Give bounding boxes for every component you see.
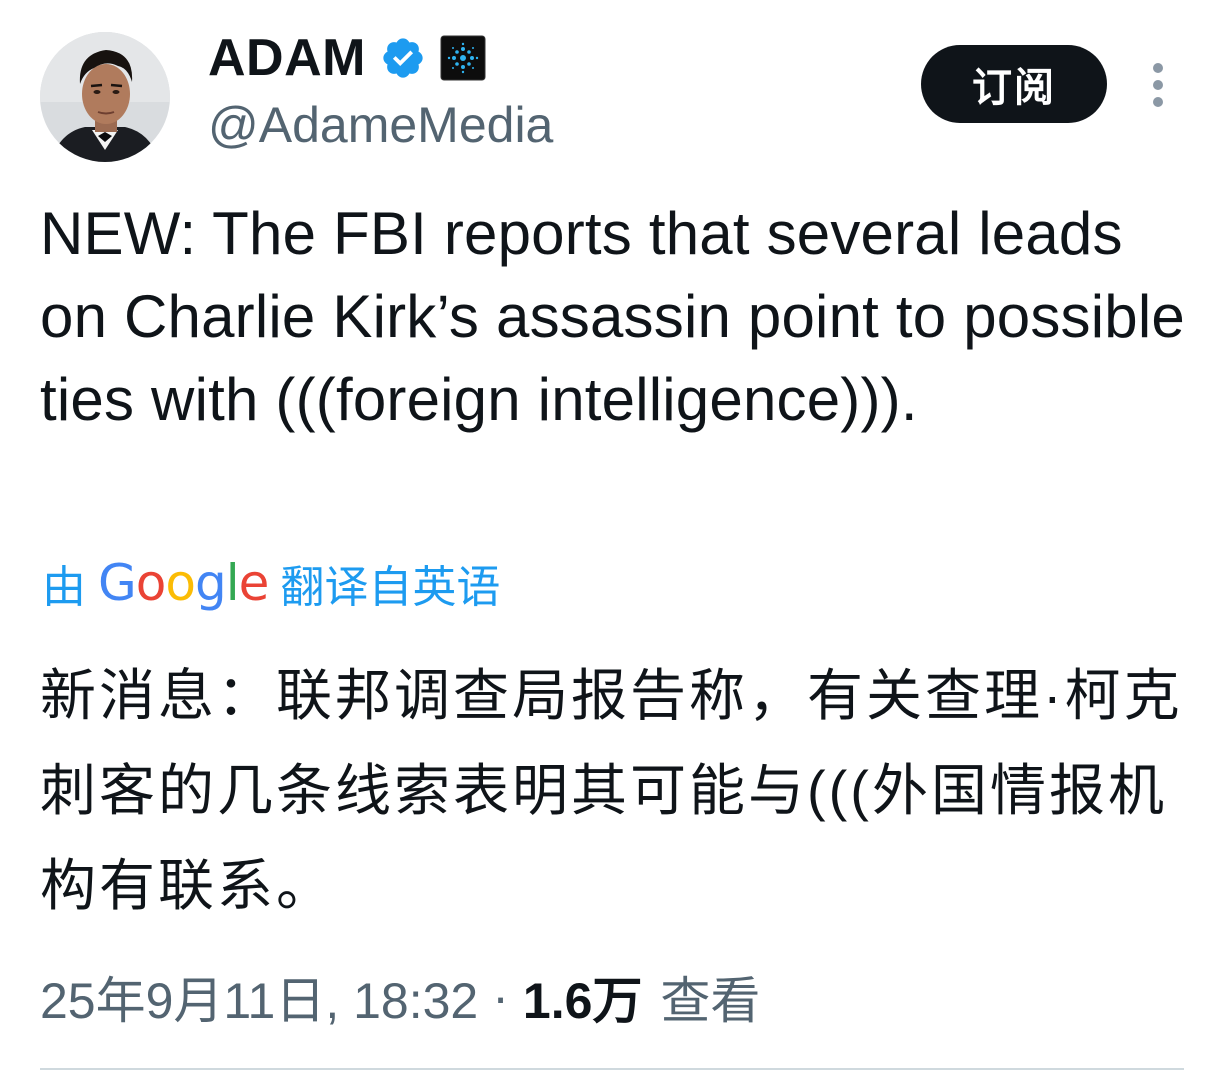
meta-separator: ·: [492, 969, 509, 1025]
author-name-row: ADAM: [208, 28, 486, 88]
google-logo: Google: [98, 554, 269, 612]
author-handle[interactable]: @AdameMedia: [208, 96, 553, 154]
avatar[interactable]: [40, 32, 170, 162]
tweet-meta: 25年9月11日, 18:32 · 1.6万 查看: [40, 962, 760, 1032]
divider: [40, 1068, 1184, 1070]
verified-badge-icon[interactable]: [380, 35, 426, 81]
tweet-card: ADAM @AdameMedia 订阅 NEW: The FBI reports…: [0, 0, 1224, 1078]
translation-attribution[interactable]: 由 Google 翻译自英语: [42, 548, 500, 618]
subscribe-button[interactable]: 订阅: [921, 45, 1107, 123]
translated-text: 新消息：联邦调查局报告称，有关查理·柯克刺客的几条线索表明其可能与(((外国情报…: [40, 664, 1183, 917]
translation-prefix: 由: [42, 563, 86, 612]
timestamp[interactable]: 25年9月11日, 18:32: [40, 961, 478, 1033]
tweet-text: NEW: The FBI reports that several leads …: [40, 200, 1185, 433]
display-name[interactable]: ADAM: [208, 28, 366, 88]
view-label: 查看: [660, 973, 761, 1029]
avatar-image: [40, 32, 170, 162]
affiliation-badge-icon[interactable]: [440, 35, 486, 81]
translation-suffix: 翻译自英语: [280, 563, 501, 612]
more-vertical-icon[interactable]: [1140, 60, 1176, 110]
view-count: 1.6万: [522, 973, 643, 1029]
